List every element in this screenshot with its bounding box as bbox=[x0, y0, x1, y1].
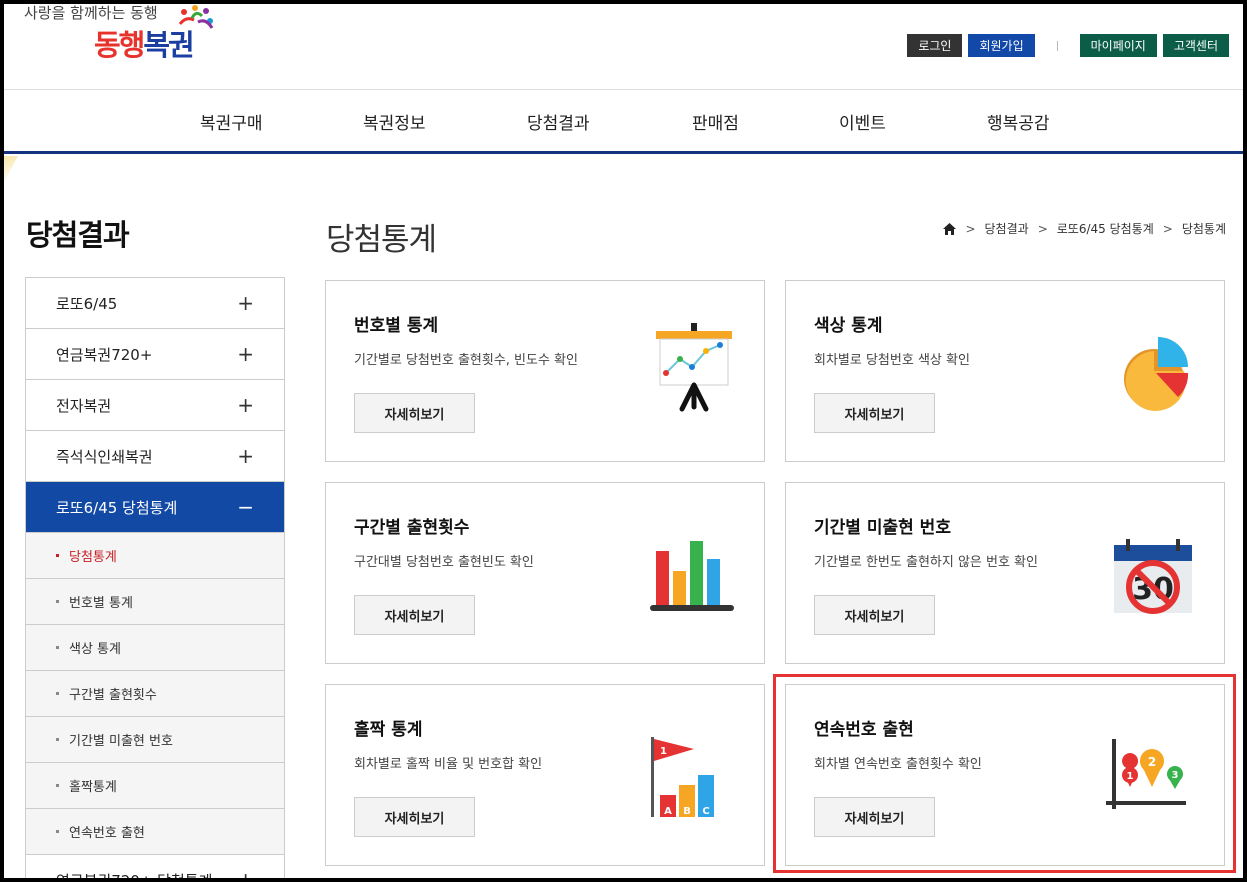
nav-stores[interactable]: 판매점 bbox=[692, 109, 739, 134]
sidebar-sub-number-stats[interactable]: 번호별 통계 bbox=[26, 579, 284, 625]
nav-events[interactable]: 이벤트 bbox=[839, 109, 886, 134]
card-title: 색상 통계 bbox=[814, 316, 883, 336]
signup-button[interactable]: 회원가입 bbox=[968, 34, 1035, 57]
sidebar-item-lotto-stats[interactable]: 로또6/45 당첨통계 − bbox=[26, 482, 284, 533]
sidebar-menu: 로또6/45 + 연금복권720+ + 전자복권 + 즉석식인쇄복권 + 로또6/45 … bbox=[25, 277, 285, 878]
card-number-stats: 번호별 통계 기간별로 당첨번호 출현횟수, 빈도수 확인 자세히보기 bbox=[325, 280, 765, 462]
sidebar-sub-label: 당첨통계 bbox=[69, 550, 117, 565]
sidebar-item-label: 로또6/45 당첨통계 bbox=[56, 498, 178, 517]
sidebar-sub-color-stats[interactable]: 색상 통계 bbox=[26, 625, 284, 671]
breadcrumb-separator: > bbox=[1037, 221, 1048, 236]
sidebar-title: 당첨결과 bbox=[26, 218, 130, 252]
sidebar-sub-label: 구간별 출현횟수 bbox=[69, 688, 157, 703]
bullet-icon bbox=[56, 600, 59, 603]
sidebar-item-instant[interactable]: 즉석식인쇄복권 + bbox=[26, 431, 284, 482]
logo-flower-icon bbox=[178, 5, 214, 29]
main-navigation: 복권구매 복권정보 당첨결과 판매점 이벤트 행복공감 bbox=[4, 90, 1243, 154]
highlight-box bbox=[773, 674, 1236, 873]
details-button[interactable]: 자세히보기 bbox=[814, 393, 935, 433]
card-description: 기간별로 한번도 출현하지 않은 번호 확인 bbox=[814, 555, 1038, 570]
sidebar-item-label: 전자복권 bbox=[56, 396, 112, 415]
sidebar-item-label: 로또6/45 bbox=[56, 294, 118, 313]
page-frame: 사랑을 함께하는 동행 동행복권 로그인 회원가입 마이페이지 고객센터 복권구… bbox=[4, 4, 1243, 878]
customer-center-button[interactable]: 고객센터 bbox=[1162, 34, 1229, 57]
sidebar-sub-winning-stats[interactable]: 당첨통계 bbox=[26, 533, 284, 579]
card-range-stats: 구간별 출현횟수 구간대별 당첨번호 출현빈도 확인 자세히보기 bbox=[325, 482, 765, 664]
login-button[interactable]: 로그인 bbox=[907, 34, 963, 57]
collapse-icon: − bbox=[237, 495, 254, 519]
sidebar-sub-label: 연속번호 출현 bbox=[69, 826, 145, 841]
sidebar-sub-label: 홀짝통계 bbox=[69, 780, 117, 795]
sidebar-sub-odd-even[interactable]: 홀짝통계 bbox=[26, 763, 284, 809]
details-button[interactable]: 자세히보기 bbox=[354, 393, 475, 433]
flag-abc-chart-icon: 1 A B C bbox=[651, 737, 714, 817]
sidebar-item-lotto645[interactable]: 로또6/45 + bbox=[26, 278, 284, 329]
home-icon[interactable] bbox=[943, 222, 957, 235]
bullet-icon bbox=[56, 830, 59, 833]
nav-winning-results[interactable]: 당첨결과 bbox=[527, 109, 590, 134]
utility-divider bbox=[1056, 40, 1058, 51]
bullet-icon bbox=[56, 554, 59, 557]
bar-label: C bbox=[702, 806, 709, 817]
sidebar-sub-consecutive[interactable]: 연속번호 출현 bbox=[26, 809, 284, 855]
nav-happiness[interactable]: 행복공감 bbox=[987, 109, 1050, 134]
card-title: 홀짝 통계 bbox=[354, 720, 423, 740]
card-title: 기간별 미출현 번호 bbox=[814, 518, 951, 538]
details-button[interactable]: 자세히보기 bbox=[814, 595, 935, 635]
logo-tagline: 사랑을 함께하는 동행 bbox=[24, 4, 158, 22]
nav-lottery-purchase[interactable]: 복권구매 bbox=[200, 109, 263, 134]
top-utility-menu: 로그인 회원가입 마이페이지 고객센터 bbox=[901, 34, 1229, 57]
sidebar-item-label: 연금복권720+ bbox=[56, 345, 153, 364]
flag-number: 1 bbox=[660, 746, 667, 757]
bullet-icon bbox=[56, 784, 59, 787]
sidebar-sub-label: 번호별 통계 bbox=[69, 596, 133, 611]
bullet-icon bbox=[56, 738, 59, 741]
bar-label: B bbox=[683, 806, 691, 817]
expand-icon: + bbox=[237, 342, 254, 366]
expand-icon: + bbox=[237, 393, 254, 417]
sidebar-item-pension720[interactable]: 연금복권720+ + bbox=[26, 329, 284, 380]
page-title: 당첨통계 bbox=[326, 222, 437, 258]
sidebar-item-label: 연금복권720+ 당첨통계 bbox=[56, 870, 212, 879]
card-description: 기간별로 당첨번호 출현횟수, 빈도수 확인 bbox=[354, 353, 578, 368]
top-header: 사랑을 함께하는 동행 동행복권 로그인 회원가입 마이페이지 고객센터 bbox=[4, 4, 1243, 90]
logo-text-part1: 동행 bbox=[94, 28, 145, 62]
card-missing-numbers: 기간별 미출현 번호 기간별로 한번도 출현하지 않은 번호 확인 자세히보기 … bbox=[785, 482, 1225, 664]
breadcrumb-current: 당첨통계 bbox=[1181, 222, 1226, 236]
breadcrumb-separator: > bbox=[1162, 221, 1173, 236]
bar-label: A bbox=[664, 806, 672, 817]
bar-chart-icon bbox=[650, 541, 734, 611]
card-color-stats: 색상 통계 회차별로 당첨번호 색상 확인 자세히보기 bbox=[785, 280, 1225, 462]
breadcrumb-separator: > bbox=[965, 221, 976, 236]
nav-lottery-info[interactable]: 복권정보 bbox=[363, 109, 426, 134]
sidebar-item-pension-stats[interactable]: 연금복권720+ 당첨통계 + bbox=[26, 855, 284, 878]
card-description: 회차별로 당첨번호 색상 확인 bbox=[814, 353, 970, 368]
bullet-icon bbox=[56, 692, 59, 695]
card-title: 구간별 출현횟수 bbox=[354, 518, 470, 538]
card-title: 번호별 통계 bbox=[354, 316, 439, 336]
details-button[interactable]: 자세히보기 bbox=[354, 595, 475, 635]
sidebar-sub-range-stats[interactable]: 구간별 출현횟수 bbox=[26, 671, 284, 717]
bullet-icon bbox=[56, 646, 59, 649]
card-description: 구간대별 당첨번호 출현빈도 확인 bbox=[354, 555, 534, 570]
breadcrumb: > 당첨결과 > 로또6/45 당첨통계 > 당첨통계 bbox=[943, 220, 1226, 237]
expand-icon: + bbox=[237, 444, 254, 468]
breadcrumb-item[interactable]: 로또6/45 당첨통계 bbox=[1057, 220, 1154, 237]
card-description: 회차별로 홀짝 비율 및 번호합 확인 bbox=[354, 757, 543, 772]
breadcrumb-item[interactable]: 당첨결과 bbox=[985, 220, 1029, 237]
presentation-chart-icon bbox=[656, 323, 732, 412]
pie-chart-icon bbox=[1124, 337, 1189, 411]
calendar-prohibited-icon: 30 bbox=[1114, 539, 1192, 614]
sidebar-sub-missing-numbers[interactable]: 기간별 미출현 번호 bbox=[26, 717, 284, 763]
decor-shape bbox=[4, 156, 18, 182]
mypage-button[interactable]: 마이페이지 bbox=[1079, 34, 1157, 57]
sidebar-sub-label: 색상 통계 bbox=[69, 642, 121, 657]
details-button[interactable]: 자세히보기 bbox=[354, 797, 475, 837]
expand-icon: + bbox=[237, 868, 254, 878]
expand-icon: + bbox=[237, 291, 254, 315]
sidebar-item-label: 즉석식인쇄복권 bbox=[56, 447, 153, 466]
sidebar-sub-label: 기간별 미출현 번호 bbox=[69, 734, 173, 749]
card-odd-even: 홀짝 통계 회차별로 홀짝 비율 및 번호합 확인 자세히보기 1 A B C bbox=[325, 684, 765, 866]
sidebar-item-electronic[interactable]: 전자복권 + bbox=[26, 380, 284, 431]
